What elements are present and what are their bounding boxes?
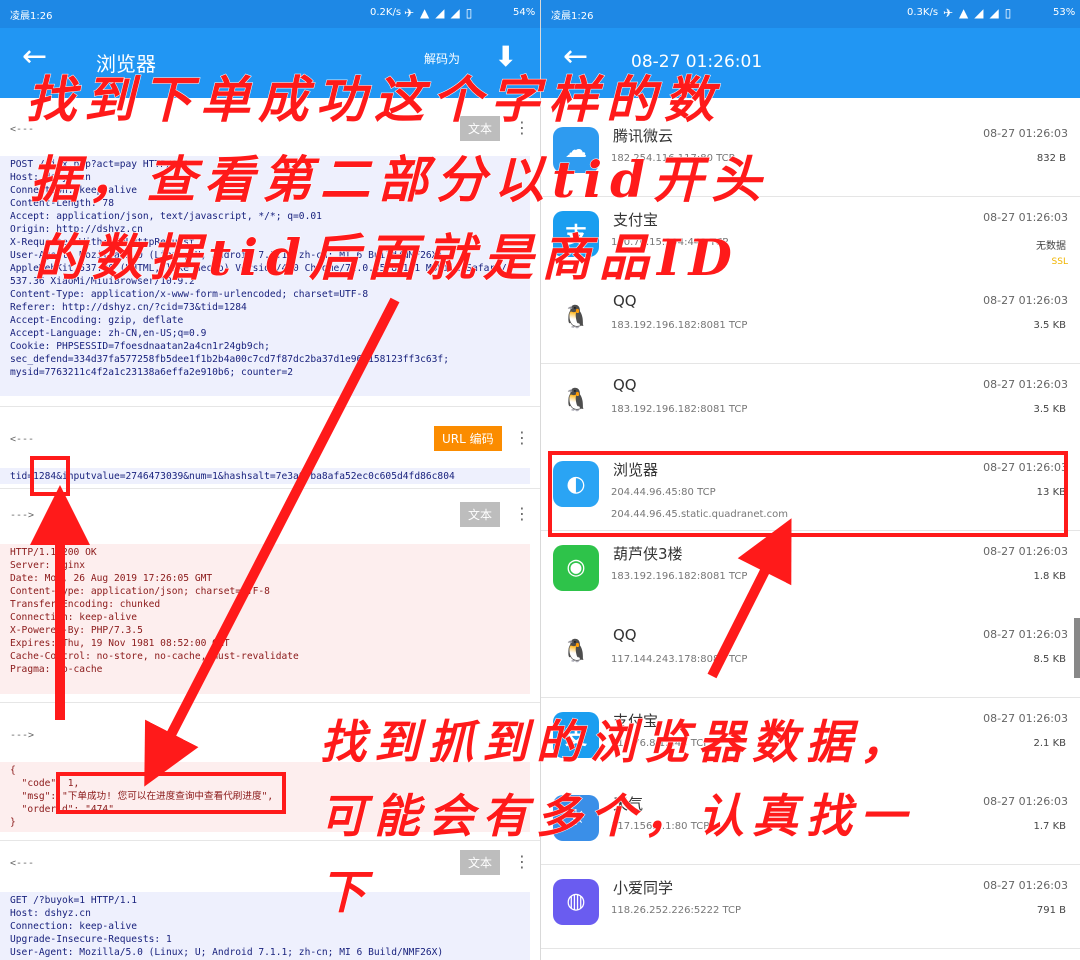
- success-msg-highlight-box: [56, 772, 286, 814]
- divider: [0, 406, 540, 407]
- connection-time: 08-27 01:26:03: [983, 628, 1068, 641]
- signal-wifi-icons: ✈▲◢◢▯: [943, 6, 1018, 20]
- get-header-line: User-Agent: Mozilla/5.0 (Linux; U; Andro…: [10, 947, 444, 958]
- scrollbar-thumb[interactable]: [1074, 618, 1080, 678]
- xiaoai-icon: ◍: [553, 878, 599, 925]
- get-request-headers: GET /?buyok=1 HTTP/1.1 Host: dshyz.cn Conn…: [0, 892, 530, 960]
- battery-level: 54%: [513, 7, 536, 18]
- divider: [0, 488, 540, 489]
- response-header-line: Date: Mon, 26 Aug 2019 17:26:05 GMT: [10, 573, 213, 584]
- request-header-line: Accept-Encoding: gzip, deflate: [10, 315, 184, 326]
- connection-time: 08-27 01:26:03: [983, 711, 1068, 725]
- request-header-line: sec_defend=334d37fa577258fb5dee1f1b2b4a0…: [10, 354, 449, 365]
- response-headers: HTTP/1.1 200 OK Server: nginx Date: Mon, 2…: [0, 544, 530, 694]
- divider: [0, 702, 540, 703]
- direction-label: <---: [10, 434, 35, 445]
- transfer-size: 8.5 KB: [1033, 654, 1067, 665]
- qq-penguin-icon: 🐧: [553, 377, 599, 424]
- connection-row[interactable]: 🐧 QQ 183.192.196.182:8081 TCP 08-27 01:26:0…: [541, 280, 1080, 364]
- get-header-line: Host: dshyz.cn: [10, 908, 91, 919]
- direction-label: <---: [10, 858, 35, 869]
- remote-address: 183.192.196.182:8081 TCP: [611, 570, 748, 582]
- qq-penguin-icon: 🐧: [553, 294, 599, 340]
- browser-row-highlight-box: [548, 451, 1068, 537]
- request-header-line: mysid=7763211c4f2a1c23138a6effa2e910b6; …: [10, 367, 294, 378]
- remote-address: 118.26.252.226:5222 TCP: [611, 904, 742, 916]
- connection-row[interactable]: 🐧 QQ 183.192.196.182:8081 TCP 08-27 01:26:0…: [541, 363, 1080, 448]
- text-format-chip[interactable]: 文本: [460, 850, 501, 875]
- request-header-line: Accept-Language: zh-CN,en-US;q=0.9: [10, 328, 207, 339]
- app-name: QQ: [613, 626, 637, 644]
- annotation-line-1: 找到下单成功这个字样的数: [26, 70, 722, 130]
- status-bar: 凌晨1:26 0.2K/s ✈▲◢◢▯ 54%: [0, 0, 540, 28]
- connection-time: 08-27 01:26:03: [983, 127, 1068, 140]
- transfer-size: 791 B: [1036, 904, 1066, 916]
- transfer-size: 无数据: [1036, 240, 1066, 252]
- connection-row[interactable]: ◉ 葫芦侠3楼 183.192.196.182:8081 TCP 08-27 01:2…: [541, 530, 1080, 615]
- network-speed: 0.3K/s: [907, 7, 939, 18]
- url-encode-chip[interactable]: URL 编码: [434, 426, 502, 451]
- request-body: tid=1284&inputvalue=2746473039&num=1&has…: [0, 468, 530, 484]
- transfer-size: 3.5 KB: [1033, 320, 1067, 331]
- response-header-line: Server: nginx: [10, 560, 86, 571]
- get-header-line: Upgrade-Insecure-Requests: 1: [10, 934, 172, 945]
- response-header-line: Expires: Thu, 19 Nov 1981 08:52:00 GMT: [10, 638, 230, 649]
- more-vert-icon[interactable]: ⋮: [514, 428, 530, 447]
- response-header-line: Content-Type: application/json; charset=…: [10, 586, 270, 597]
- transfer-size: 1.8 KB: [1033, 570, 1067, 582]
- app-name: QQ: [613, 375, 637, 394]
- transfer-size: 1.7 KB: [1033, 821, 1067, 832]
- annotation-line-3: 的数据tid后面就是商品ID: [34, 228, 740, 288]
- direction-label: --->: [10, 510, 35, 521]
- response-header-line: Cache-Control: no-store, no-cache, must-…: [10, 651, 299, 662]
- response-header-line: Transfer-Encoding: chunked: [10, 599, 161, 610]
- connection-time: 08-27 01:26:03: [983, 795, 1068, 808]
- text-format-chip[interactable]: 文本: [460, 502, 501, 527]
- remote-address: 117.144.243.178:8080 TCP: [611, 654, 748, 665]
- transfer-size: 832 B: [1036, 153, 1066, 164]
- status-time: 凌晨1:26: [551, 11, 594, 22]
- app-name: 葫芦侠3楼: [613, 544, 683, 563]
- connection-time: 08-27 01:26:03: [983, 544, 1068, 558]
- response-header-line: Connection: keep-alive: [10, 612, 138, 623]
- response-header-line: HTTP/1.1 200 OK: [10, 547, 97, 558]
- tid-highlight-box: [30, 456, 70, 496]
- qq-penguin-icon: 🐧: [553, 628, 599, 674]
- connection-time: 08-27 01:26:03: [983, 878, 1068, 892]
- response-header-line: Pragma: no-cache: [10, 664, 103, 675]
- battery-level: 53%: [1053, 7, 1076, 18]
- response-header-line: X-Powered-By: PHP/7.3.5: [10, 625, 143, 636]
- status-time: 凌晨1:26: [10, 11, 53, 22]
- connection-row[interactable]: 🐧 QQ 117.144.243.178:8080 TCP 08-27 01:26:0…: [541, 614, 1080, 698]
- remote-address: 183.192.196.182:8081 TCP: [611, 320, 748, 331]
- connection-time: 08-27 01:26:03: [983, 377, 1068, 391]
- connection-time: 08-27 01:26:03: [983, 294, 1068, 307]
- network-speed: 0.2K/s: [370, 7, 402, 18]
- direction-label: --->: [10, 730, 35, 741]
- request-header-line: Referer: http://dshyz.cn/?cid=73&tid=128…: [10, 302, 247, 313]
- remote-address: 183.192.196.182:8081 TCP: [611, 403, 748, 415]
- huluxia-icon: ◉: [553, 544, 599, 591]
- request-header-line: Cookie: PHPSESSID=7foesdnaatan2a4cn1r24g…: [10, 341, 270, 352]
- get-header-line: Connection: keep-alive: [10, 921, 138, 932]
- status-bar: 凌晨1:26 0.3K/s ✈▲◢◢▯ 53%: [541, 0, 1080, 28]
- more-vert-icon[interactable]: ⋮: [514, 852, 530, 871]
- get-header-line: GET /?buyok=1 HTTP/1.1: [10, 895, 138, 906]
- annotation-line-2: 据，查看第二部分以tid开头: [29, 150, 770, 210]
- connection-time: 08-27 01:26:03: [983, 210, 1068, 224]
- signal-wifi-icons: ✈▲◢◢▯: [404, 6, 479, 20]
- annotation-line-6: 下: [320, 865, 374, 920]
- app-name: 小爱同学: [613, 878, 674, 897]
- annotation-line-4: 找到抓到的浏览器数据，: [320, 715, 914, 770]
- ssl-badge: SSL: [1051, 256, 1068, 267]
- connection-row[interactable]: ◍ 小爱同学 118.26.252.226:5222 TCP 08-27 01:26:…: [541, 864, 1080, 949]
- transfer-size: 2.1 KB: [1033, 737, 1067, 749]
- annotation-line-5: 可能会有多个，认真找一: [320, 789, 914, 844]
- app-name: QQ: [613, 292, 637, 310]
- more-vert-icon[interactable]: ⋮: [514, 504, 530, 523]
- transfer-size: 3.5 KB: [1033, 403, 1067, 415]
